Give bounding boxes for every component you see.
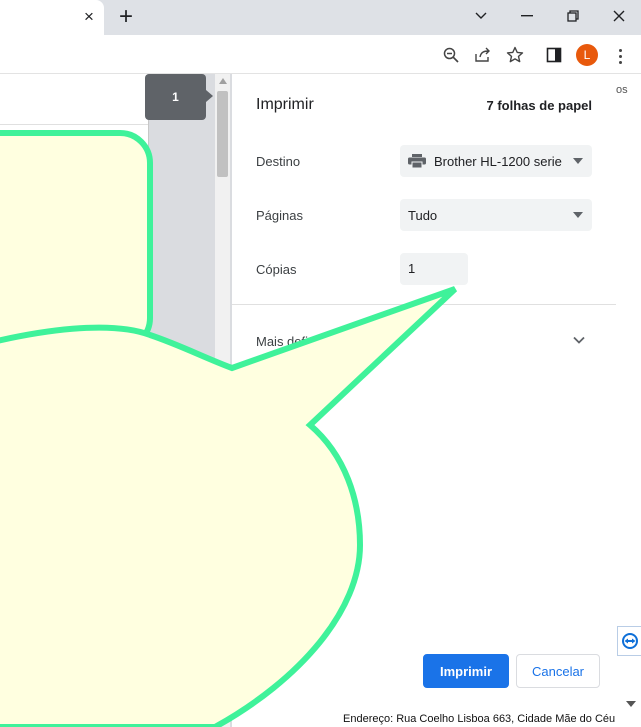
more-menu-icon[interactable] (612, 45, 628, 67)
badge-pointer (206, 90, 213, 102)
expand-chevron-icon[interactable] (572, 333, 586, 347)
more-settings-label[interactable]: Mais definições (256, 334, 346, 349)
destination-value: Brother HL-1200 series (434, 153, 562, 169)
profile-avatar[interactable]: L (576, 44, 598, 66)
side-panel-icon[interactable] (543, 44, 565, 66)
page-scroll-down-icon[interactable] (626, 701, 636, 707)
star-icon[interactable] (504, 44, 526, 66)
sheet-count: 7 folhas de papel (486, 98, 592, 113)
teamviewer-icon[interactable] (617, 626, 641, 656)
dialog-title: Imprimir (256, 96, 314, 113)
destination-select[interactable]: Brother HL-1200 series (400, 145, 592, 177)
cancel-button[interactable]: Cancelar (516, 654, 600, 688)
pages-label: Páginas (256, 208, 303, 223)
page-number-badge: 1 (145, 74, 206, 120)
preview-page-sheet (0, 74, 149, 727)
tab-close-icon[interactable]: × (80, 7, 98, 27)
preview-scroll-thumb[interactable] (217, 91, 228, 177)
copies-input[interactable]: 1 (400, 253, 468, 285)
bookmark-fragment[interactable]: os (616, 84, 628, 96)
chevron-down-icon[interactable] (466, 4, 496, 28)
active-tab[interactable]: × (0, 0, 104, 35)
print-button[interactable]: Imprimir (423, 654, 509, 688)
minimize-icon[interactable] (512, 4, 542, 28)
zoom-icon[interactable] (440, 44, 462, 66)
restore-icon[interactable] (558, 4, 588, 28)
tab-strip: × + (0, 0, 641, 35)
pages-value: Tudo (408, 207, 438, 223)
pages-select[interactable]: Tudo (400, 199, 592, 231)
print-preview (0, 74, 232, 727)
preview-divider (0, 124, 148, 125)
settings-divider (232, 304, 616, 305)
close-icon[interactable] (604, 4, 634, 28)
printer-icon (408, 154, 426, 168)
new-tab-icon[interactable]: + (114, 4, 138, 30)
share-icon[interactable] (472, 44, 494, 66)
dropdown-caret-icon (573, 158, 583, 164)
footer-address: Endereço: Rua Coelho Lisboa 663, Cidade … (343, 713, 616, 725)
dropdown-caret-icon (573, 212, 583, 218)
destination-label: Destino (256, 154, 301, 169)
preview-scroll-up-icon[interactable] (219, 78, 227, 84)
copies-label: Cópias (256, 262, 297, 277)
